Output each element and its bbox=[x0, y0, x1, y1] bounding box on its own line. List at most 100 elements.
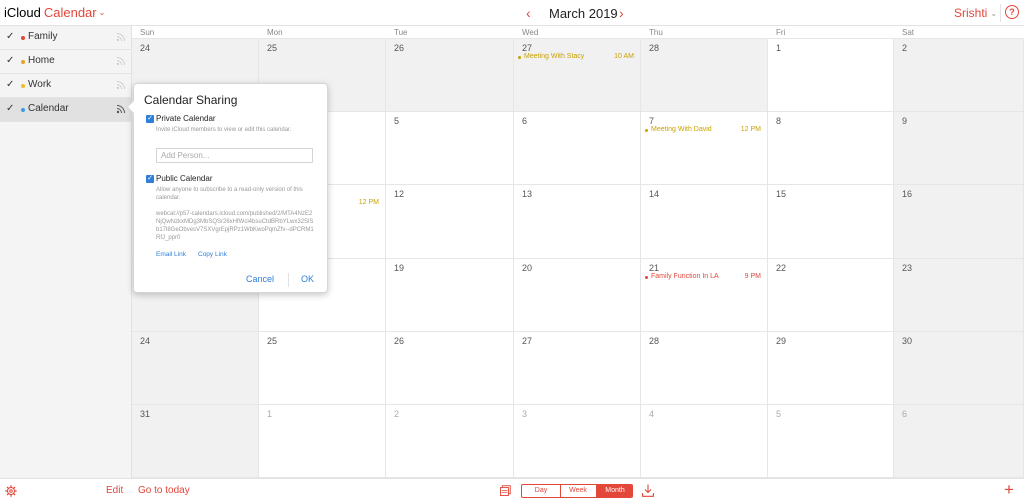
day-number: 26 bbox=[394, 336, 405, 346]
email-link-button[interactable]: Email Link bbox=[156, 251, 186, 258]
view-month-button[interactable]: Month bbox=[596, 485, 632, 497]
share-calendar-icon[interactable] bbox=[115, 31, 127, 43]
calendar-event[interactable]: Family Function In LA 9 PM bbox=[645, 273, 763, 284]
checkmark-icon[interactable]: ✓ bbox=[6, 79, 14, 90]
day-cell[interactable]: 12 bbox=[386, 185, 514, 259]
checkmark-icon[interactable]: ✓ bbox=[6, 103, 14, 114]
day-cell[interactable]: 14 bbox=[641, 185, 768, 259]
share-calendar-icon[interactable] bbox=[115, 103, 127, 115]
day-cell[interactable]: 16 bbox=[894, 185, 1024, 259]
user-menu[interactable]: Srishti ⌄ bbox=[954, 6, 997, 20]
sidebar-item-family[interactable]: ✓ Family bbox=[0, 26, 132, 50]
checkmark-icon[interactable]: ✓ bbox=[6, 31, 14, 42]
calendar-event[interactable]: Meeting With David 12 PM bbox=[645, 126, 763, 137]
day-cell[interactable]: 13 bbox=[514, 185, 641, 259]
sidebar-item-label: Family bbox=[28, 31, 58, 42]
day-cell[interactable]: 27 Meeting With Stacy 10 AM bbox=[514, 39, 641, 112]
day-number: 30 bbox=[902, 336, 913, 346]
private-calendar-checkbox[interactable]: ✓ bbox=[146, 115, 154, 123]
add-event-button[interactable]: + bbox=[1004, 480, 1014, 500]
download-icon[interactable] bbox=[642, 484, 654, 497]
day-cell[interactable]: 15 bbox=[768, 185, 894, 259]
day-cell[interactable]: 5 bbox=[768, 405, 894, 478]
sidebar-item-label: Calendar bbox=[28, 103, 69, 114]
day-number: 12 bbox=[394, 189, 405, 199]
cancel-button[interactable]: Cancel bbox=[246, 274, 274, 284]
day-cell[interactable]: 20 bbox=[514, 259, 641, 332]
day-number: 3 bbox=[522, 409, 528, 419]
day-number: 19 bbox=[394, 263, 405, 273]
calendar-color-dot bbox=[21, 60, 25, 64]
day-cell[interactable]: 25 bbox=[259, 332, 386, 405]
weekday-header: Sun Mon Tue Wed Thu Fri Sat bbox=[132, 26, 1024, 39]
help-icon[interactable]: ? bbox=[1005, 5, 1019, 19]
checkmark-icon[interactable]: ✓ bbox=[6, 55, 14, 66]
month-title: March 2019 bbox=[549, 6, 618, 21]
calendar-event[interactable]: Meeting With Stacy 10 AM bbox=[518, 53, 636, 64]
day-number: 28 bbox=[649, 43, 660, 53]
event-time: 9 PM bbox=[744, 273, 761, 280]
sidebar-item-work[interactable]: ✓ Work bbox=[0, 74, 132, 98]
day-cell[interactable]: 26 bbox=[386, 39, 514, 112]
public-calendar-url[interactable]: webcal://p57-calendars.icloud.com/publis… bbox=[156, 210, 316, 242]
day-cell[interactable]: 19 bbox=[386, 259, 514, 332]
sidebar-item-home[interactable]: ✓ Home bbox=[0, 50, 132, 74]
day-cell[interactable]: 27 bbox=[514, 332, 641, 405]
day-cell[interactable]: 6 bbox=[514, 112, 641, 185]
edit-button[interactable]: Edit bbox=[106, 485, 123, 496]
day-cell[interactable]: 2 bbox=[386, 405, 514, 478]
day-cell[interactable]: 31 bbox=[132, 405, 259, 478]
public-calendar-checkbox[interactable]: ✓ bbox=[146, 175, 154, 183]
day-number: 6 bbox=[902, 409, 908, 419]
day-cell[interactable]: 1 bbox=[259, 405, 386, 478]
day-cell[interactable]: 23 bbox=[894, 259, 1024, 332]
day-cell[interactable]: 29 bbox=[768, 332, 894, 405]
day-cell[interactable]: 28 bbox=[641, 332, 768, 405]
day-cell[interactable]: 21 Family Function In LA 9 PM bbox=[641, 259, 768, 332]
day-cell[interactable]: 4 bbox=[641, 405, 768, 478]
day-cell[interactable]: 22 bbox=[768, 259, 894, 332]
day-cell[interactable]: 3 bbox=[514, 405, 641, 478]
weekday-label: Sat bbox=[902, 28, 915, 37]
weekday-label: Tue bbox=[394, 28, 408, 37]
day-number: 2 bbox=[902, 43, 908, 53]
sidebar-item-label: Home bbox=[28, 55, 55, 66]
month-navigation: ‹ March 2019 › bbox=[520, 5, 640, 23]
day-cell[interactable]: 6 bbox=[894, 405, 1024, 478]
app-switcher[interactable]: iCloud Calendar ⌄ bbox=[4, 5, 105, 20]
day-cell[interactable]: 24 bbox=[132, 332, 259, 405]
divider bbox=[288, 273, 289, 287]
calendar-list-icon[interactable] bbox=[500, 485, 511, 496]
day-cell[interactable]: 8 bbox=[768, 112, 894, 185]
day-number: 31 bbox=[140, 409, 151, 419]
day-cell[interactable]: 30 bbox=[894, 332, 1024, 405]
next-month-button[interactable]: › bbox=[619, 5, 624, 21]
day-number: 14 bbox=[649, 189, 660, 199]
day-cell[interactable]: 7 Meeting With David 12 PM bbox=[641, 112, 768, 185]
weekday-label: Mon bbox=[267, 28, 283, 37]
gear-icon[interactable] bbox=[5, 485, 17, 497]
private-calendar-label[interactable]: Private Calendar bbox=[156, 114, 216, 123]
sidebar-item-calendar[interactable]: ✓ Calendar bbox=[0, 98, 132, 122]
day-cell[interactable]: 5 bbox=[386, 112, 514, 185]
day-cell[interactable]: 9 bbox=[894, 112, 1024, 185]
public-calendar-label[interactable]: Public Calendar bbox=[156, 174, 212, 183]
day-number: 27 bbox=[522, 336, 533, 346]
previous-month-button[interactable]: ‹ bbox=[526, 5, 531, 21]
view-day-button[interactable]: Day bbox=[522, 485, 560, 497]
day-number: 16 bbox=[902, 189, 913, 199]
share-calendar-icon[interactable] bbox=[115, 79, 127, 91]
add-person-input[interactable] bbox=[156, 148, 313, 163]
ok-button[interactable]: OK bbox=[301, 274, 314, 284]
day-cell[interactable]: 26 bbox=[386, 332, 514, 405]
go-to-today-button[interactable]: Go to today bbox=[138, 485, 190, 496]
day-cell[interactable]: 28 bbox=[641, 39, 768, 112]
share-calendar-icon[interactable] bbox=[115, 55, 127, 67]
day-number: 7 bbox=[649, 116, 655, 126]
view-week-button[interactable]: Week bbox=[560, 485, 596, 497]
day-number: 13 bbox=[522, 189, 533, 199]
day-cell[interactable]: 1 bbox=[768, 39, 894, 112]
copy-link-button[interactable]: Copy Link bbox=[198, 251, 227, 258]
top-bar: iCloud Calendar ⌄ ‹ March 2019 › Srishti ⌄ … bbox=[0, 0, 1024, 26]
day-cell[interactable]: 2 bbox=[894, 39, 1024, 112]
